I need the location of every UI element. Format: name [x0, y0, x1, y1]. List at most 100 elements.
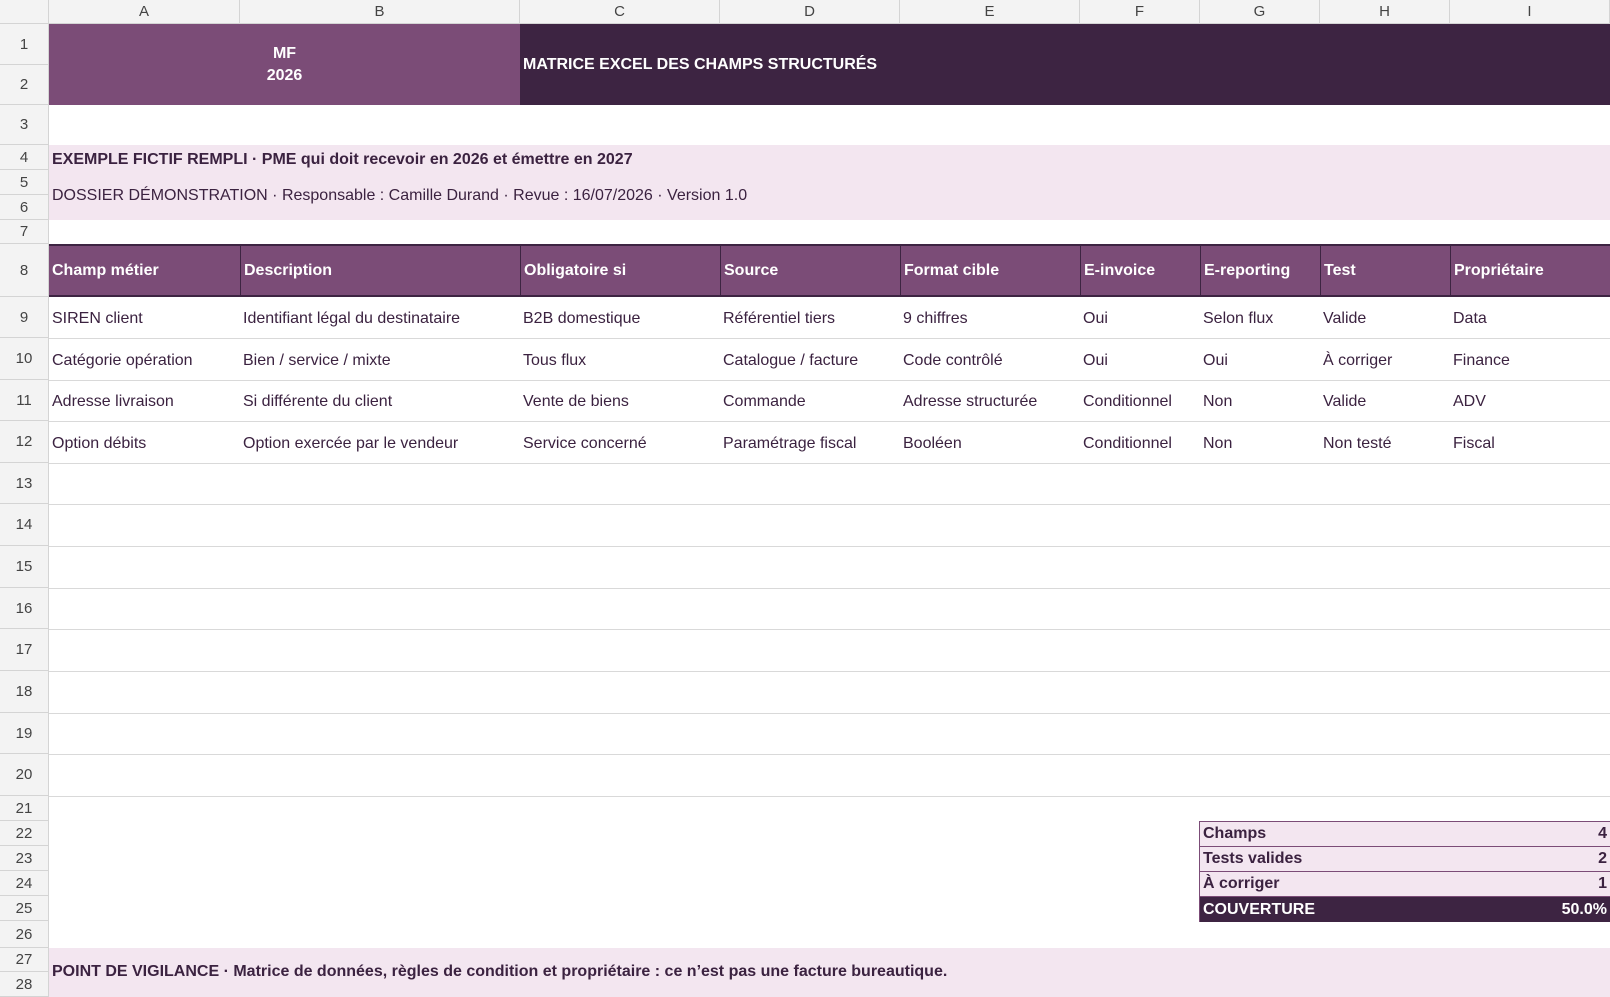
cell-obligatoire-si[interactable]: B2B domestique: [520, 298, 720, 339]
cell-proprietaire[interactable]: ADV: [1450, 381, 1610, 422]
column-header-a[interactable]: A: [49, 0, 240, 24]
header-source[interactable]: Source: [720, 244, 900, 297]
summary-value: 50.0%: [1561, 900, 1607, 918]
row-header-10[interactable]: 10: [0, 338, 49, 380]
row-header-28[interactable]: 28: [0, 972, 49, 997]
cell-e-invoice[interactable]: Oui: [1080, 340, 1200, 381]
example-description[interactable]: EXEMPLE FICTIF REMPLI · PME qui doit rec…: [52, 148, 633, 172]
summary-label: Tests valides: [1203, 850, 1303, 867]
brand-banner-cell[interactable]: MF 2026: [49, 24, 520, 105]
header-format-cible[interactable]: Format cible: [900, 244, 1080, 297]
sheet-title-cell[interactable]: MATRICE EXCEL DES CHAMPS STRUCTURÉS: [520, 24, 1610, 105]
cell-test[interactable]: À corriger: [1320, 340, 1450, 381]
row-header-14[interactable]: 14: [0, 504, 49, 546]
cell-champ-metier[interactable]: Catégorie opération: [49, 340, 240, 381]
row-header-16[interactable]: 16: [0, 588, 49, 629]
sheet-title: MATRICE EXCEL DES CHAMPS STRUCTURÉS: [523, 55, 878, 73]
column-header-e[interactable]: E: [900, 0, 1080, 24]
header-e-reporting[interactable]: E-reporting: [1200, 244, 1320, 297]
row-header-19[interactable]: 19: [0, 713, 49, 754]
column-header-h[interactable]: H: [1320, 0, 1450, 24]
cell-e-reporting[interactable]: Selon flux: [1200, 298, 1320, 339]
summary-label: À corriger: [1203, 875, 1280, 892]
row-divider: [49, 546, 1610, 547]
row-header-6[interactable]: 6: [0, 195, 49, 220]
row-header-13[interactable]: 13: [0, 463, 49, 504]
dossier-metadata[interactable]: DOSSIER DÉMONSTRATION · Responsable : Ca…: [52, 184, 747, 208]
cell-test[interactable]: Valide: [1320, 381, 1450, 422]
column-header-f[interactable]: F: [1080, 0, 1200, 24]
header-champ-metier[interactable]: Champ métier: [49, 244, 240, 297]
cell-format-cible[interactable]: Adresse structurée: [900, 381, 1080, 422]
cell-description[interactable]: Si différente du client: [240, 381, 520, 422]
cell-format-cible[interactable]: Code contrôlé: [900, 340, 1080, 381]
cell-obligatoire-si[interactable]: Vente de biens: [520, 381, 720, 422]
row-header-11[interactable]: 11: [0, 380, 49, 421]
cell-e-reporting[interactable]: Oui: [1200, 340, 1320, 381]
cell-e-invoice[interactable]: Conditionnel: [1080, 423, 1200, 464]
cell-description[interactable]: Identifiant légal du destinataire: [240, 298, 520, 339]
header-e-invoice[interactable]: E-invoice: [1080, 244, 1200, 297]
cell-format-cible[interactable]: Booléen: [900, 423, 1080, 464]
header-test[interactable]: Test: [1320, 244, 1450, 297]
vigilance-note[interactable]: POINT DE VIGILANCE · Matrice de données,…: [52, 960, 947, 984]
row-header-8[interactable]: 8: [0, 244, 49, 297]
row-header-15[interactable]: 15: [0, 546, 49, 588]
row-header-3[interactable]: 3: [0, 105, 49, 145]
row-divider: [49, 588, 1610, 589]
row-header-12[interactable]: 12: [0, 421, 49, 463]
row-header-5[interactable]: 5: [0, 170, 49, 195]
cell-obligatoire-si[interactable]: Tous flux: [520, 340, 720, 381]
cell-source[interactable]: Paramétrage fiscal: [720, 423, 900, 464]
row-header-4[interactable]: 4: [0, 145, 49, 170]
summary-row-couverture[interactable]: COUVERTURE 50.0%: [1200, 897, 1610, 922]
cell-champ-metier[interactable]: Option débits: [49, 423, 240, 464]
row-header-18[interactable]: 18: [0, 671, 49, 713]
cell-champ-metier[interactable]: Adresse livraison: [49, 381, 240, 422]
cell-description[interactable]: Option exercée par le vendeur: [240, 423, 520, 464]
summary-row-tests-valides[interactable]: Tests valides 2: [1200, 847, 1610, 872]
cell-source[interactable]: Commande: [720, 381, 900, 422]
summary-row-champs[interactable]: Champs 4: [1200, 822, 1610, 847]
column-header-b[interactable]: B: [240, 0, 520, 24]
header-proprietaire[interactable]: Propriétaire: [1450, 244, 1610, 297]
row-header-7[interactable]: 7: [0, 220, 49, 244]
cell-source[interactable]: Référentiel tiers: [720, 298, 900, 339]
row-header-2[interactable]: 2: [0, 65, 49, 105]
row-header-9[interactable]: 9: [0, 297, 49, 338]
cell-e-invoice[interactable]: Conditionnel: [1080, 381, 1200, 422]
row-header-25[interactable]: 25: [0, 896, 49, 921]
column-header-g[interactable]: G: [1200, 0, 1320, 24]
spreadsheet: A B C D E F G H I 1 2 3 4 5 6 7 8 9 10 1…: [0, 0, 1610, 997]
row-header-21[interactable]: 21: [0, 796, 49, 821]
row-header-26[interactable]: 26: [0, 921, 49, 948]
select-all-corner[interactable]: [0, 0, 49, 24]
header-obligatoire-si[interactable]: Obligatoire si: [520, 244, 720, 297]
cell-test[interactable]: Valide: [1320, 298, 1450, 339]
row-header-23[interactable]: 23: [0, 846, 49, 871]
header-description[interactable]: Description: [240, 244, 520, 297]
cell-proprietaire[interactable]: Data: [1450, 298, 1610, 339]
column-header-d[interactable]: D: [720, 0, 900, 24]
cell-e-reporting[interactable]: Non: [1200, 423, 1320, 464]
cell-test[interactable]: Non testé: [1320, 423, 1450, 464]
cell-source[interactable]: Catalogue / facture: [720, 340, 900, 381]
cell-description[interactable]: Bien / service / mixte: [240, 340, 520, 381]
summary-row-a-corriger[interactable]: À corriger 1: [1200, 872, 1610, 897]
cell-proprietaire[interactable]: Finance: [1450, 340, 1610, 381]
row-header-20[interactable]: 20: [0, 754, 49, 796]
cell-proprietaire[interactable]: Fiscal: [1450, 423, 1610, 464]
cell-champ-metier[interactable]: SIREN client: [49, 298, 240, 339]
column-header-i[interactable]: I: [1450, 0, 1610, 24]
cell-e-invoice[interactable]: Oui: [1080, 298, 1200, 339]
cell-format-cible[interactable]: 9 chiffres: [900, 298, 1080, 339]
column-header-c[interactable]: C: [520, 0, 720, 24]
row-header-17[interactable]: 17: [0, 629, 49, 671]
row-header-27[interactable]: 27: [0, 948, 49, 972]
cell-e-reporting[interactable]: Non: [1200, 381, 1320, 422]
row-header-22[interactable]: 22: [0, 821, 49, 846]
summary-label: COUVERTURE: [1203, 900, 1316, 918]
row-header-1[interactable]: 1: [0, 24, 49, 65]
row-header-24[interactable]: 24: [0, 871, 49, 896]
cell-obligatoire-si[interactable]: Service concerné: [520, 423, 720, 464]
